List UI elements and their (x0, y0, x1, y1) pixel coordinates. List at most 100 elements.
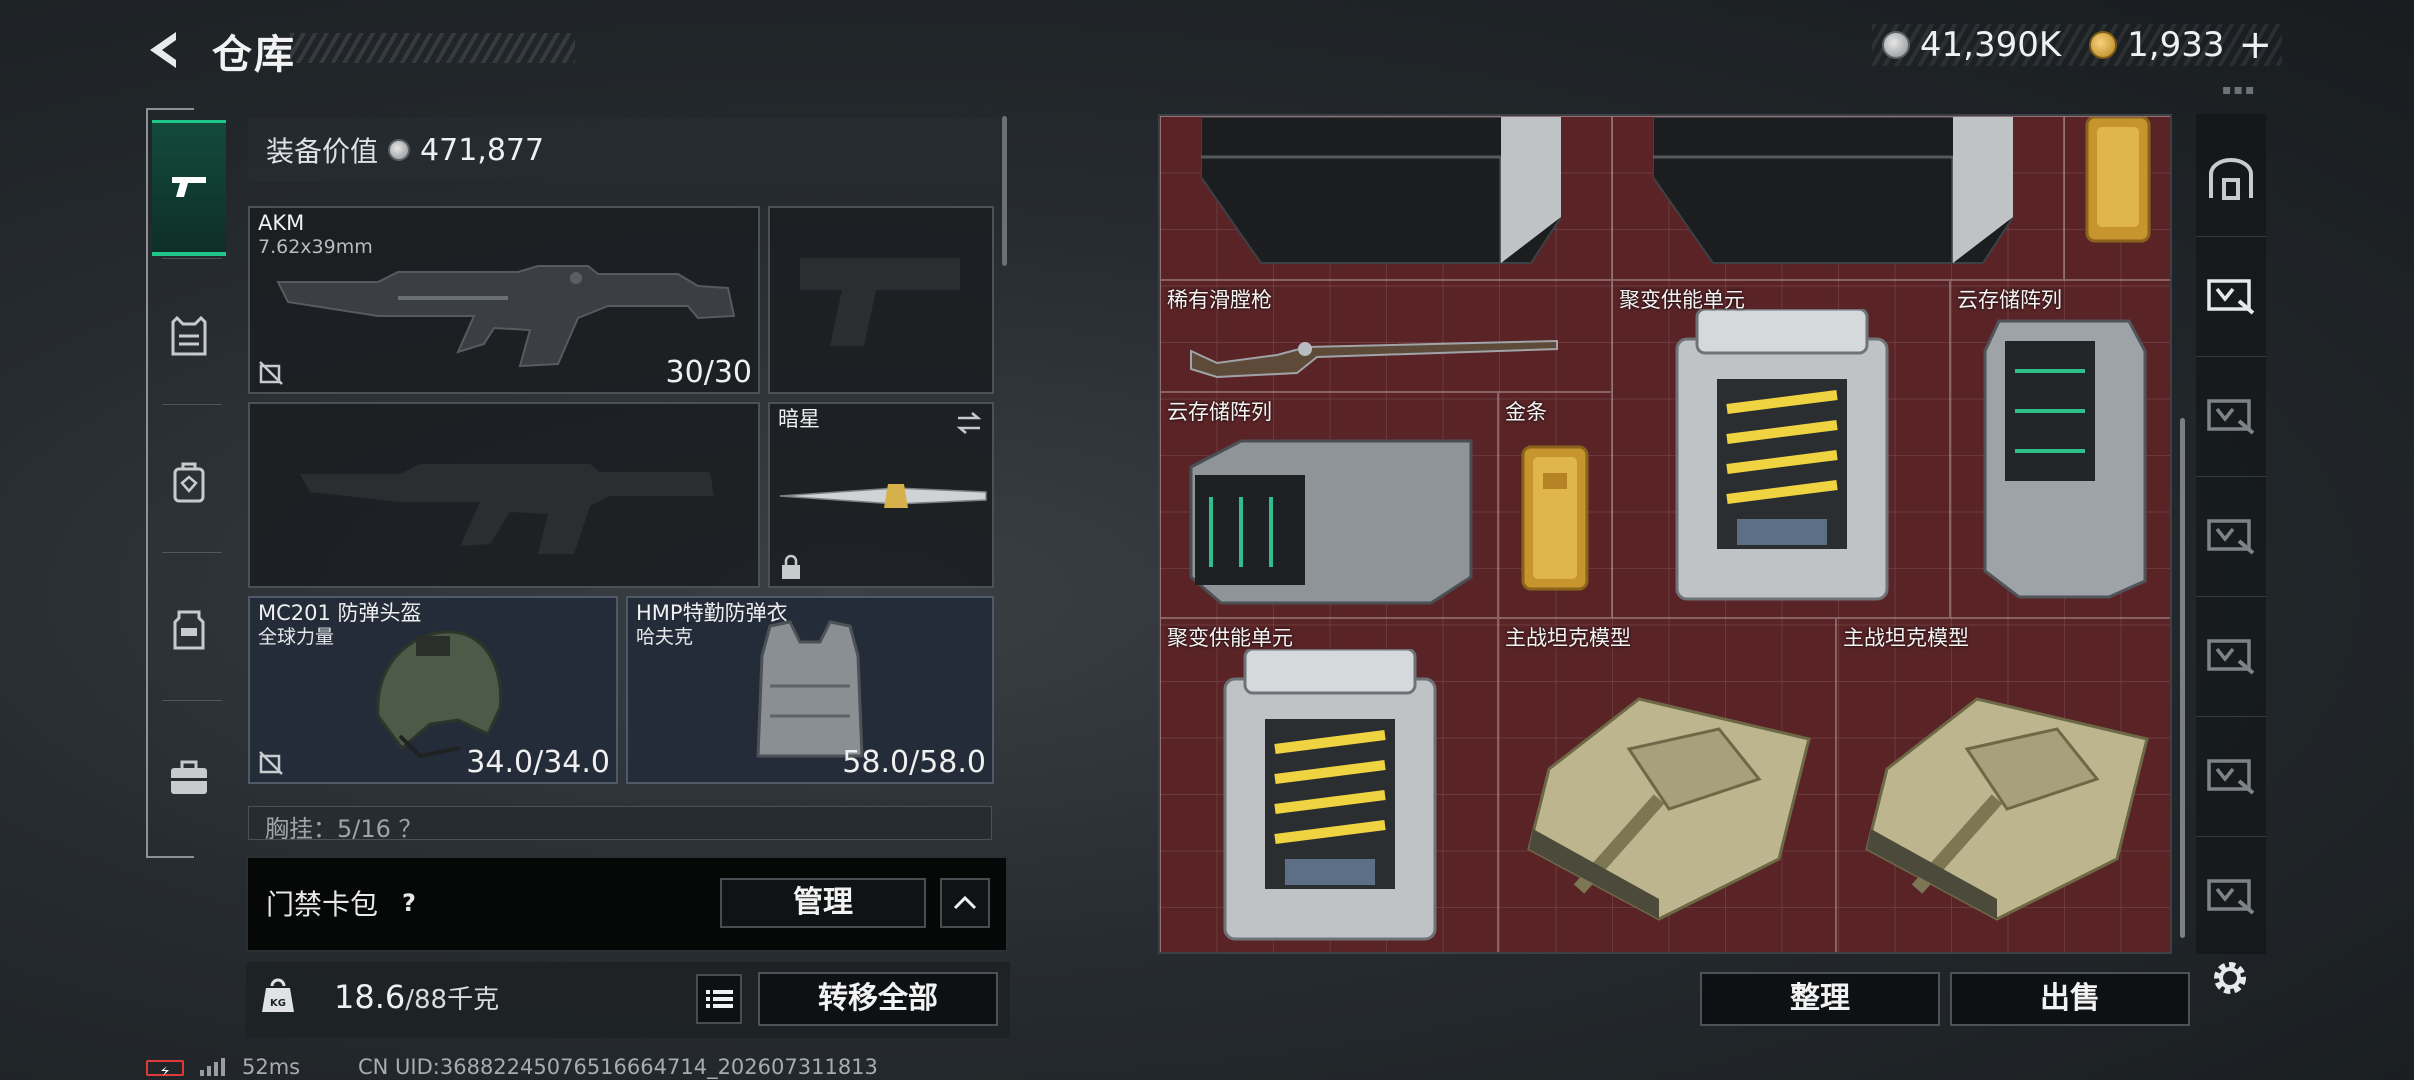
stash-item-partial[interactable] (2064, 116, 2170, 280)
helmet-durability: 34.0/34.0 (466, 745, 610, 780)
tank-model-image (1865, 697, 2149, 921)
body-armor-slot[interactable]: HMP特勤防弹衣 哈夫克 58.0/58.0 (626, 596, 994, 784)
gold-bar-image (1521, 445, 1589, 591)
ping-text: 52ms (242, 1055, 301, 1079)
loadout-scrollbar[interactable] (1002, 116, 1007, 266)
stash-item[interactable]: 主战坦克模型 (1836, 618, 2170, 952)
gold-amount: 1,933 (2127, 25, 2225, 65)
tab-chest-rig[interactable] (152, 268, 226, 404)
stash-scrollbar[interactable] (2180, 418, 2185, 938)
tab-stash-6[interactable] (2196, 840, 2266, 950)
carry-weight: 18.6/88千克 (334, 978, 499, 1016)
tab-armor[interactable] (152, 562, 226, 698)
item-label: 主战坦克模型 (1505, 626, 1631, 650)
rail-cap-bottom (146, 856, 194, 858)
item-label: 云存储阵列 (1167, 400, 1272, 424)
case-icon (171, 760, 207, 794)
swap-icon[interactable] (954, 410, 984, 436)
melee-slot[interactable]: 暗星 (768, 402, 994, 588)
back-arrow-icon[interactable] (140, 24, 192, 76)
rail-dots: ▪▪▪ (2222, 82, 2257, 98)
cloud-storage-image (1189, 439, 1473, 605)
chest-rig-capacity-row[interactable]: 胸挂：5/16 ？ (248, 806, 992, 840)
armor-name: HMP特勤防弹衣 (636, 601, 788, 625)
sort-button[interactable]: 整理 (1700, 972, 1940, 1026)
vest-icon (171, 315, 207, 356)
rail-separator (162, 258, 222, 259)
equipment-value-row: 装备价值 471,877 (248, 118, 1000, 182)
safe-icon (2209, 158, 2253, 200)
item-label: 聚变供能单元 (1619, 288, 1745, 312)
stash-item[interactable]: 云存储阵列 (1950, 280, 2170, 618)
transfer-all-button[interactable]: 转移全部 (758, 972, 998, 1026)
rail-separator (2196, 476, 2266, 477)
rail-separator (162, 404, 222, 405)
item-label: 金条 (1505, 400, 1547, 424)
collapse-button[interactable] (940, 878, 990, 928)
secondary-weapon-slot[interactable] (248, 402, 760, 588)
silver-coin-icon (1881, 31, 1910, 59)
cloud-storage-image (1983, 319, 2147, 599)
knife-image (779, 484, 987, 508)
fusion-cell-image (1675, 309, 1889, 601)
rail-separator (2196, 236, 2266, 237)
weight-kg-icon: KG (262, 978, 294, 1012)
weapon-caliber: 7.62x39mm (258, 236, 373, 258)
stash-item[interactable]: 稀有滑膛枪 (1160, 280, 1612, 392)
tab-stash-3[interactable] (2196, 480, 2266, 590)
manage-button[interactable]: 管理 (720, 878, 926, 928)
stash-item[interactable]: 聚变供能单元 (1160, 618, 1498, 952)
sell-button[interactable]: 出售 (1950, 972, 2190, 1026)
armor-brand: 哈夫克 (636, 626, 694, 648)
add-currency-button[interactable]: + (2238, 25, 2272, 65)
tab-stash-4[interactable] (2196, 600, 2266, 710)
stash-item[interactable]: 金条 (1498, 392, 1612, 618)
rail-separator (2196, 596, 2266, 597)
uid-text: CN UID:36882245076516664714_202607311813 (358, 1055, 878, 1079)
stash-item[interactable]: 云存储阵列 (1160, 392, 1498, 618)
tab-backpack[interactable] (152, 414, 226, 550)
carry-weight-current: 18.6 (334, 978, 406, 1016)
silver-coin-icon (388, 139, 411, 161)
sidearm-slot[interactable] (768, 206, 994, 394)
server-rack-image (1653, 117, 2013, 264)
tab-stash-2[interactable] (2196, 360, 2266, 470)
stash-page-icon (2207, 879, 2255, 915)
weapon-name: AKM (258, 211, 305, 235)
list-icon (706, 990, 733, 1008)
rail-separator (2196, 836, 2266, 837)
musket-image (1190, 339, 1558, 379)
currency-bar: 41,390K 1,933 + (1871, 24, 2282, 66)
tab-stash-5[interactable] (2196, 720, 2266, 830)
stash-item[interactable]: 主战坦克模型 (1498, 618, 1836, 952)
carry-weight-max: /88千克 (405, 985, 500, 1015)
helmet-slot[interactable]: MC201 防弹头盔 全球力量 34.0/34.0 (248, 596, 618, 784)
server-rack-image (1201, 117, 1561, 264)
list-view-button[interactable] (696, 974, 742, 1024)
rail-separator (2196, 716, 2266, 717)
backpack-icon (173, 462, 205, 503)
signal-icon (200, 1058, 225, 1076)
stash-item-partial[interactable] (1612, 116, 2064, 280)
rail-separator (162, 552, 222, 553)
tab-weapons[interactable] (152, 120, 226, 256)
help-icon[interactable]: ? (394, 888, 424, 918)
helmet-image (376, 630, 503, 759)
tab-case[interactable] (152, 710, 226, 846)
tab-stash-1[interactable] (2196, 240, 2266, 350)
melee-name: 暗星 (778, 407, 820, 431)
body-armor-image (756, 620, 864, 758)
equipment-value: 471,877 (420, 132, 545, 168)
stash-grid[interactable]: 稀有滑膛枪 聚变供能单元 云存储阵列 云存储阵列 金条 聚变供能单元 主战坦克模… (1158, 114, 2172, 954)
armor-durability: 58.0/58.0 (842, 745, 986, 780)
stash-item-partial[interactable] (1160, 116, 1612, 280)
primary-weapon-slot[interactable]: AKM 7.62x39mm 30/30 (248, 206, 760, 394)
weapon-ammo-count: 30/30 (665, 355, 752, 390)
settings-gear-icon[interactable] (2206, 954, 2254, 1002)
battery-icon (146, 1060, 184, 1076)
rifle-silhouette-icon (300, 464, 714, 554)
stash-item[interactable]: 聚变供能单元 (1612, 280, 1950, 618)
tab-safe-box[interactable] (2196, 124, 2266, 234)
stash-page-icon (2207, 639, 2255, 675)
rail-separator (162, 700, 222, 701)
